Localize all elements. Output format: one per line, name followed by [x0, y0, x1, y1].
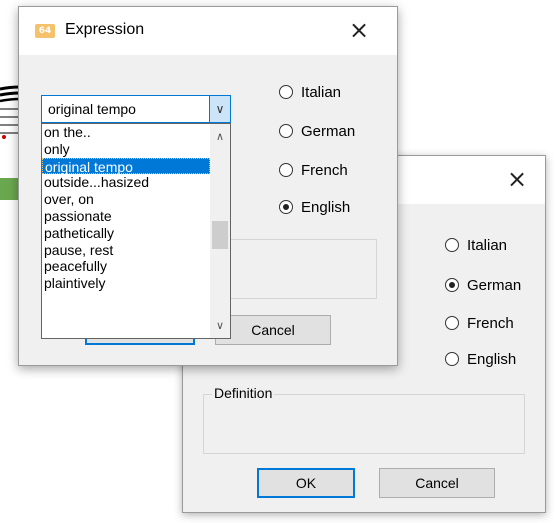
list-item[interactable]: pause, rest	[42, 242, 210, 259]
radio-button-icon[interactable]	[445, 278, 459, 292]
list-item[interactable]: pathetically	[42, 225, 210, 242]
radio-label-french: French	[467, 314, 514, 332]
radio-label-italian: Italian	[467, 236, 508, 254]
list-item[interactable]: passionate	[42, 208, 210, 225]
radio-label-german: German	[467, 276, 522, 294]
radio-button-icon[interactable]	[445, 352, 459, 366]
radio-german[interactable]: German	[445, 274, 521, 296]
list-item[interactable]: peacefully	[42, 258, 210, 275]
expression-dialog: 64 Expression × Italian German French En…	[18, 6, 398, 366]
radio-italian[interactable]: Italian	[279, 81, 341, 103]
chevron-down-icon[interactable]: ∨	[210, 317, 230, 334]
radio-italian[interactable]: Italian	[445, 234, 507, 256]
radio-label-english: English	[467, 350, 517, 368]
radio-button-icon[interactable]	[279, 163, 293, 177]
close-icon[interactable]: ×	[497, 162, 537, 196]
radio-label-italian: Italian	[301, 83, 342, 101]
radio-button-icon[interactable]	[279, 200, 293, 214]
definition-label: Definition	[212, 385, 275, 401]
expression-combobox[interactable]: original tempo ∨	[41, 95, 231, 123]
list-item[interactable]: outside...hasized	[42, 174, 210, 191]
dropdown-options: on the.. only original tempo outside...h…	[42, 124, 210, 292]
list-item[interactable]: over, on	[42, 191, 210, 208]
list-item[interactable]: on the..	[42, 124, 210, 141]
radio-label-german: German	[301, 122, 356, 140]
radio-button-icon[interactable]	[279, 85, 293, 99]
expression-dropdown-list[interactable]: on the.. only original tempo outside...h…	[41, 123, 231, 339]
definition-groupbox	[219, 239, 377, 299]
scrollbar-thumb[interactable]	[212, 221, 228, 249]
definition-groupbox: Definition	[203, 385, 525, 454]
radio-french[interactable]: French	[445, 312, 514, 334]
cancel-button[interactable]: Cancel	[215, 315, 331, 345]
ok-button[interactable]: OK	[257, 468, 355, 498]
cancel-button[interactable]: Cancel	[379, 468, 495, 498]
radio-german[interactable]: German	[279, 120, 355, 142]
list-item[interactable]: only	[42, 141, 210, 158]
app-icon: 64	[35, 24, 55, 38]
radio-english[interactable]: English	[445, 348, 516, 370]
radio-button-icon[interactable]	[279, 124, 293, 138]
close-icon[interactable]: ×	[339, 13, 379, 47]
radio-french[interactable]: French	[279, 159, 348, 181]
chevron-down-icon[interactable]: ∨	[209, 96, 230, 122]
combobox-value: original tempo	[48, 101, 136, 117]
title-bar: 64 Expression ×	[19, 7, 397, 55]
radio-label-french: French	[301, 161, 348, 179]
list-item-selected[interactable]: original tempo	[42, 157, 210, 175]
dropdown-scrollbar[interactable]: ∧ ∨	[210, 124, 230, 338]
dialog-title: Expression	[65, 21, 145, 38]
radio-button-icon[interactable]	[445, 238, 459, 252]
list-item[interactable]: plaintively	[42, 275, 210, 292]
radio-label-english: English	[301, 198, 351, 216]
radio-english[interactable]: English	[279, 196, 350, 218]
radio-button-icon[interactable]	[445, 316, 459, 330]
chevron-up-icon[interactable]: ∧	[210, 128, 230, 145]
